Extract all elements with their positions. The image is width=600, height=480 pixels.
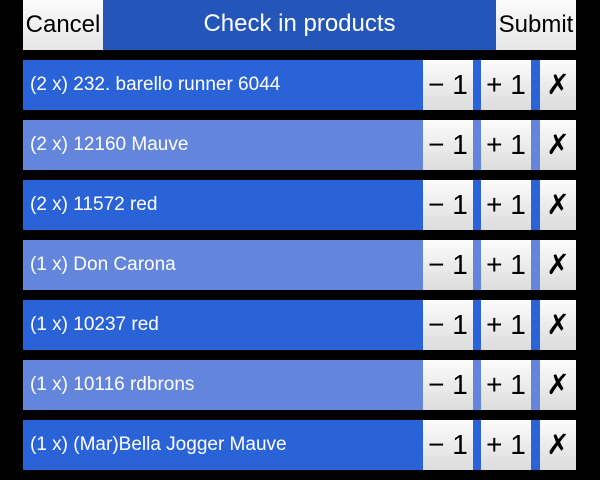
decrement-button[interactable]: − 1 xyxy=(423,420,473,470)
decrement-button[interactable]: − 1 xyxy=(423,60,473,110)
row-spacer xyxy=(531,420,540,470)
remove-button[interactable]: ✗ xyxy=(540,420,576,470)
row-spacer xyxy=(531,300,540,350)
remove-button[interactable]: ✗ xyxy=(540,120,576,170)
row-spacer xyxy=(531,360,540,410)
cancel-button[interactable]: Cancel xyxy=(23,0,103,50)
product-row: (1 x) Don Carona − 1 + 1 ✗ xyxy=(23,240,576,290)
row-spacer xyxy=(473,420,481,470)
product-label: (1 x) (Mar)Bella Jogger Mauve xyxy=(23,420,423,470)
decrement-button[interactable]: − 1 xyxy=(423,240,473,290)
row-spacer xyxy=(531,60,540,110)
product-row: (1 x) (Mar)Bella Jogger Mauve − 1 + 1 ✗ xyxy=(23,420,576,470)
remove-button[interactable]: ✗ xyxy=(540,240,576,290)
header-bar: Cancel Check in products Submit xyxy=(23,0,576,50)
decrement-button[interactable]: − 1 xyxy=(423,300,473,350)
increment-button[interactable]: + 1 xyxy=(481,120,531,170)
decrement-button[interactable]: − 1 xyxy=(423,120,473,170)
row-spacer xyxy=(531,120,540,170)
product-row: (2 x) 232. barello runner 6044 − 1 + 1 ✗ xyxy=(23,60,576,110)
row-spacer xyxy=(473,120,481,170)
row-spacer xyxy=(473,300,481,350)
row-spacer xyxy=(473,240,481,290)
row-spacer xyxy=(473,360,481,410)
increment-button[interactable]: + 1 xyxy=(481,300,531,350)
remove-button[interactable]: ✗ xyxy=(540,300,576,350)
remove-button[interactable]: ✗ xyxy=(540,360,576,410)
row-spacer xyxy=(473,60,481,110)
product-label: (2 x) 12160 Mauve xyxy=(23,120,423,170)
product-row: (1 x) 10237 red − 1 + 1 ✗ xyxy=(23,300,576,350)
increment-button[interactable]: + 1 xyxy=(481,180,531,230)
remove-button[interactable]: ✗ xyxy=(540,180,576,230)
page-title: Check in products xyxy=(103,0,496,50)
remove-button[interactable]: ✗ xyxy=(540,60,576,110)
product-label: (1 x) 10116 rdbrons xyxy=(23,360,423,410)
increment-button[interactable]: + 1 xyxy=(481,420,531,470)
decrement-button[interactable]: − 1 xyxy=(423,360,473,410)
product-list: (2 x) 232. barello runner 6044 − 1 + 1 ✗… xyxy=(23,60,576,480)
increment-button[interactable]: + 1 xyxy=(481,360,531,410)
product-row: (1 x) 10116 rdbrons − 1 + 1 ✗ xyxy=(23,360,576,410)
increment-button[interactable]: + 1 xyxy=(481,60,531,110)
row-spacer xyxy=(531,240,540,290)
decrement-button[interactable]: − 1 xyxy=(423,180,473,230)
product-label: (1 x) Don Carona xyxy=(23,240,423,290)
check-in-screen: Cancel Check in products Submit (2 x) 23… xyxy=(0,0,600,480)
product-label: (2 x) 11572 red xyxy=(23,180,423,230)
row-spacer xyxy=(531,180,540,230)
increment-button[interactable]: + 1 xyxy=(481,240,531,290)
submit-button[interactable]: Submit xyxy=(496,0,576,50)
product-label: (1 x) 10237 red xyxy=(23,300,423,350)
product-row: (2 x) 11572 red − 1 + 1 ✗ xyxy=(23,180,576,230)
product-label: (2 x) 232. barello runner 6044 xyxy=(23,60,423,110)
product-row: (2 x) 12160 Mauve − 1 + 1 ✗ xyxy=(23,120,576,170)
row-spacer xyxy=(473,180,481,230)
